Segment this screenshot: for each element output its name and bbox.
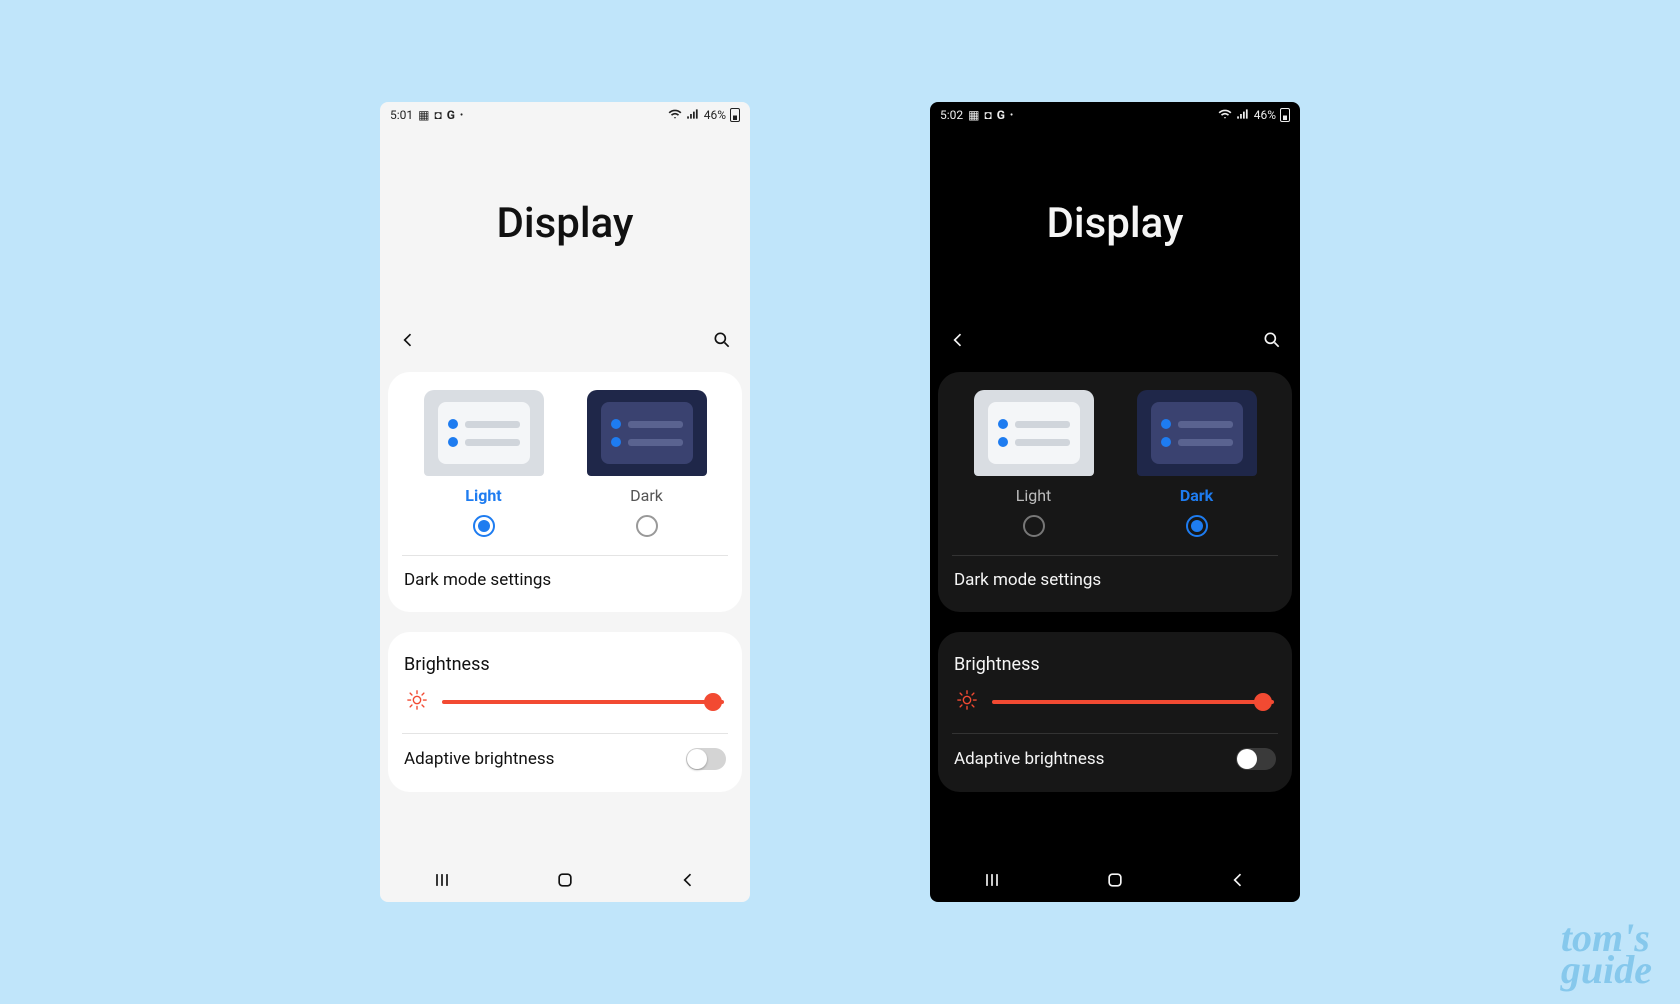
divider — [952, 733, 1278, 734]
toolbar — [380, 318, 750, 362]
divider — [952, 555, 1278, 556]
photo-icon: ▦ — [418, 108, 429, 122]
brightness-icon — [406, 689, 428, 715]
dark-mode-settings-link[interactable]: Dark mode settings — [402, 566, 728, 594]
nav-back-button[interactable] — [674, 866, 702, 894]
nav-home-button[interactable] — [1101, 866, 1129, 894]
theme-option-dark[interactable]: Dark — [1123, 390, 1270, 537]
google-icon: G — [997, 108, 1005, 122]
theme-thumb-dark-icon — [587, 390, 707, 476]
battery-pct: 46% — [704, 108, 726, 122]
brightness-card: Brightness Adaptive brightness — [388, 632, 742, 792]
slider-knob[interactable] — [1254, 693, 1272, 711]
more-notifications-icon: • — [1010, 110, 1013, 121]
brightness-card: Brightness Adaptive brightness — [938, 632, 1292, 792]
theme-label-light: Light — [1016, 486, 1052, 505]
slider-track — [992, 700, 1274, 704]
adaptive-brightness-toggle[interactable] — [1236, 748, 1276, 770]
watermark: tom's guide — [1561, 922, 1652, 986]
theme-radio-dark[interactable] — [636, 515, 658, 537]
theme-option-light[interactable]: Light — [960, 390, 1107, 537]
clock: 5:02 — [940, 108, 963, 122]
navigation-bar — [930, 858, 1300, 902]
phone-light: 5:01 ▦ ◘ G • 46% Display — [380, 102, 750, 902]
status-bar: 5:01 ▦ ◘ G • 46% — [380, 102, 750, 128]
wifi-icon — [1218, 107, 1232, 124]
brightness-title: Brightness — [402, 650, 728, 689]
slider-track — [442, 700, 724, 704]
page-title-block: Display — [930, 128, 1300, 318]
brightness-title: Brightness — [952, 650, 1278, 689]
theme-option-light[interactable]: Light — [410, 390, 557, 537]
brightness-slider[interactable] — [442, 693, 724, 711]
slider-knob[interactable] — [704, 693, 722, 711]
theme-card: Light Dark Dark mode settings — [388, 372, 742, 612]
divider — [402, 733, 728, 734]
nav-home-button[interactable] — [551, 866, 579, 894]
theme-radio-light[interactable] — [473, 515, 495, 537]
theme-card: Light Dark Dark mode settings — [938, 372, 1292, 612]
google-icon: G — [447, 108, 455, 122]
theme-radio-dark[interactable] — [1186, 515, 1208, 537]
more-notifications-icon: • — [460, 110, 463, 121]
toggle-knob — [687, 749, 707, 769]
adaptive-brightness-label: Adaptive brightness — [404, 749, 554, 769]
page-title-block: Display — [380, 128, 750, 318]
signal-icon — [686, 107, 700, 124]
search-button[interactable] — [708, 326, 736, 354]
app-icon: ◘ — [434, 108, 441, 122]
battery-icon — [730, 108, 740, 122]
battery-pct: 46% — [1254, 108, 1276, 122]
theme-label-light: Light — [465, 486, 501, 505]
theme-thumb-dark-icon — [1137, 390, 1257, 476]
app-icon: ◘ — [984, 108, 991, 122]
back-button[interactable] — [394, 326, 422, 354]
toolbar — [930, 318, 1300, 362]
theme-radio-light[interactable] — [1023, 515, 1045, 537]
brightness-icon — [956, 689, 978, 715]
theme-thumb-light-icon — [424, 390, 544, 476]
status-bar: 5:02 ▦ ◘ G • 46% — [930, 102, 1300, 128]
adaptive-brightness-toggle[interactable] — [686, 748, 726, 770]
theme-label-dark: Dark — [1180, 486, 1213, 505]
page-title: Display — [497, 199, 634, 248]
brightness-slider[interactable] — [992, 693, 1274, 711]
nav-recents-button[interactable] — [428, 866, 456, 894]
theme-option-dark[interactable]: Dark — [573, 390, 720, 537]
search-button[interactable] — [1258, 326, 1286, 354]
watermark-line2: guide — [1561, 954, 1652, 986]
nav-back-button[interactable] — [1224, 866, 1252, 894]
theme-thumb-light-icon — [974, 390, 1094, 476]
divider — [402, 555, 728, 556]
phone-dark: 5:02 ▦ ◘ G • 46% Display — [930, 102, 1300, 902]
navigation-bar — [380, 858, 750, 902]
dark-mode-settings-link[interactable]: Dark mode settings — [952, 566, 1278, 594]
wifi-icon — [668, 107, 682, 124]
battery-icon — [1280, 108, 1290, 122]
toggle-knob — [1237, 749, 1257, 769]
signal-icon — [1236, 107, 1250, 124]
back-button[interactable] — [944, 326, 972, 354]
clock: 5:01 — [390, 108, 413, 122]
theme-label-dark: Dark — [630, 486, 663, 505]
adaptive-brightness-label: Adaptive brightness — [954, 749, 1104, 769]
photo-icon: ▦ — [968, 108, 979, 122]
page-title: Display — [1047, 199, 1184, 248]
nav-recents-button[interactable] — [978, 866, 1006, 894]
